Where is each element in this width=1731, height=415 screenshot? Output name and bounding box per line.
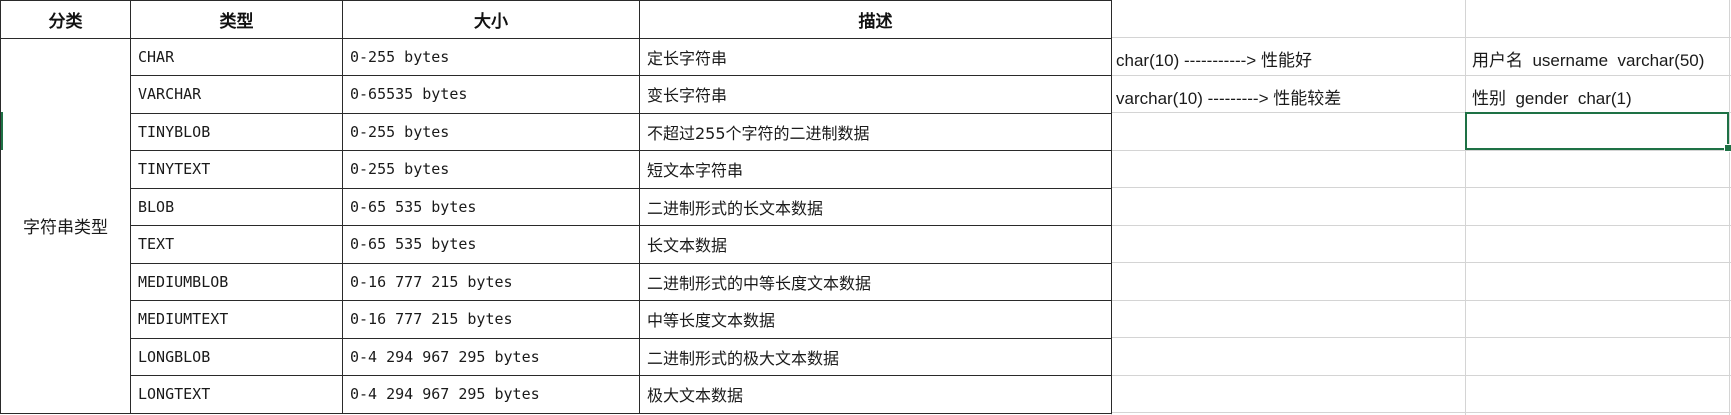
grid-column-line [1465, 0, 1466, 415]
description-cell[interactable]: 长文本数据 [639, 225, 1112, 264]
size-cell[interactable]: 0-16 777 215 bytes [342, 262, 640, 301]
type-cell[interactable]: MEDIUMTEXT [130, 300, 343, 339]
gender-example-cell[interactable]: 性别 gender char(1) [1472, 84, 1632, 109]
table-row[interactable]: TINYTEXT 0-255 bytes 短文本字符串 [1, 150, 1112, 189]
table-row[interactable]: LONGBLOB 0-4 294 967 295 bytes 二进制形式的极大文… [1, 337, 1112, 376]
varchar-performance-note[interactable]: varchar(10) ---------> 性能较差 [1116, 84, 1341, 109]
type-cell[interactable]: CHAR [130, 37, 343, 76]
header-description: 描述 [639, 0, 1112, 39]
header-type: 类型 [130, 0, 343, 39]
category-cell[interactable]: 字符串类型 [0, 37, 131, 414]
table-row[interactable]: BLOB 0-65 535 bytes 二进制形式的长文本数据 [1, 187, 1112, 226]
header-category: 分类 [0, 0, 131, 39]
table-row[interactable]: 字符串类型 CHAR 0-255 bytes 定长字符串 [0, 37, 1112, 414]
size-cell[interactable]: 0-65535 bytes [342, 75, 640, 114]
type-cell[interactable]: LONGTEXT [130, 375, 343, 414]
description-cell[interactable]: 变长字符串 [639, 75, 1112, 114]
table-row[interactable]: LONGTEXT 0-4 294 967 295 bytes 极大文本数据 [1, 375, 1112, 414]
type-cell[interactable]: TINYBLOB [130, 112, 343, 151]
type-cell[interactable]: BLOB [130, 187, 343, 226]
type-cell[interactable]: VARCHAR [130, 75, 343, 114]
description-cell[interactable]: 二进制形式的极大文本数据 [639, 337, 1112, 376]
description-cell[interactable]: 中等长度文本数据 [639, 300, 1112, 339]
size-cell[interactable]: 0-65 535 bytes [342, 187, 640, 226]
table-row[interactable]: VARCHAR 0-65535 bytes 变长字符串 [1, 75, 1112, 114]
type-cell[interactable]: LONGBLOB [130, 337, 343, 376]
description-cell[interactable]: 二进制形式的长文本数据 [639, 187, 1112, 226]
grid-row-line [1111, 225, 1731, 226]
grid-row-line [1111, 75, 1731, 76]
grid-column-line [1729, 0, 1730, 415]
grid-row-line [1111, 187, 1731, 188]
description-cell[interactable]: 短文本字符串 [639, 150, 1112, 189]
size-cell[interactable]: 0-4 294 967 295 bytes [342, 337, 640, 376]
selected-cell[interactable] [1465, 112, 1729, 150]
size-cell[interactable]: 0-4 294 967 295 bytes [342, 375, 640, 414]
grid-row-line [1111, 150, 1731, 151]
username-example-cell[interactable]: 用户名 username varchar(50) [1472, 46, 1704, 71]
grid-row-line [1111, 300, 1731, 301]
description-cell[interactable]: 二进制形式的中等长度文本数据 [639, 262, 1112, 301]
grid-row-line [1111, 262, 1731, 263]
grid-row-line [1111, 412, 1731, 413]
type-cell[interactable]: MEDIUMBLOB [130, 262, 343, 301]
table-row[interactable]: MEDIUMTEXT 0-16 777 215 bytes 中等长度文本数据 [1, 300, 1112, 339]
fill-handle[interactable] [1724, 144, 1731, 152]
grid-row-line [1111, 375, 1731, 376]
description-cell[interactable]: 不超过255个字符的二进制数据 [639, 112, 1112, 151]
grid-row-line [1111, 37, 1731, 38]
header-size: 大小 [342, 0, 640, 39]
table-row[interactable]: TEXT 0-65 535 bytes 长文本数据 [1, 225, 1112, 264]
grid-row-line [1111, 337, 1731, 338]
description-cell[interactable]: 极大文本数据 [639, 375, 1112, 414]
size-cell[interactable]: 0-16 777 215 bytes [342, 300, 640, 339]
size-cell[interactable]: 0-255 bytes [342, 112, 640, 151]
type-cell[interactable]: TINYTEXT [130, 150, 343, 189]
table-header-row: 分类 类型 大小 描述 [0, 0, 1112, 39]
string-types-table: 分类 类型 大小 描述 字符串类型 CHAR 0-255 bytes 定长字符串… [0, 0, 1112, 414]
size-cell[interactable]: 0-65 535 bytes [342, 225, 640, 264]
char-performance-note[interactable]: char(10) -----------> 性能好 [1116, 46, 1312, 71]
description-cell[interactable]: 定长字符串 [639, 37, 1112, 76]
table-row[interactable]: MEDIUMBLOB 0-16 777 215 bytes 二进制形式的中等长度… [1, 262, 1112, 301]
type-cell[interactable]: TEXT [130, 225, 343, 264]
size-cell[interactable]: 0-255 bytes [342, 150, 640, 189]
size-cell[interactable]: 0-255 bytes [342, 37, 640, 76]
table-row[interactable]: TINYBLOB 0-255 bytes 不超过255个字符的二进制数据 [1, 112, 1112, 151]
